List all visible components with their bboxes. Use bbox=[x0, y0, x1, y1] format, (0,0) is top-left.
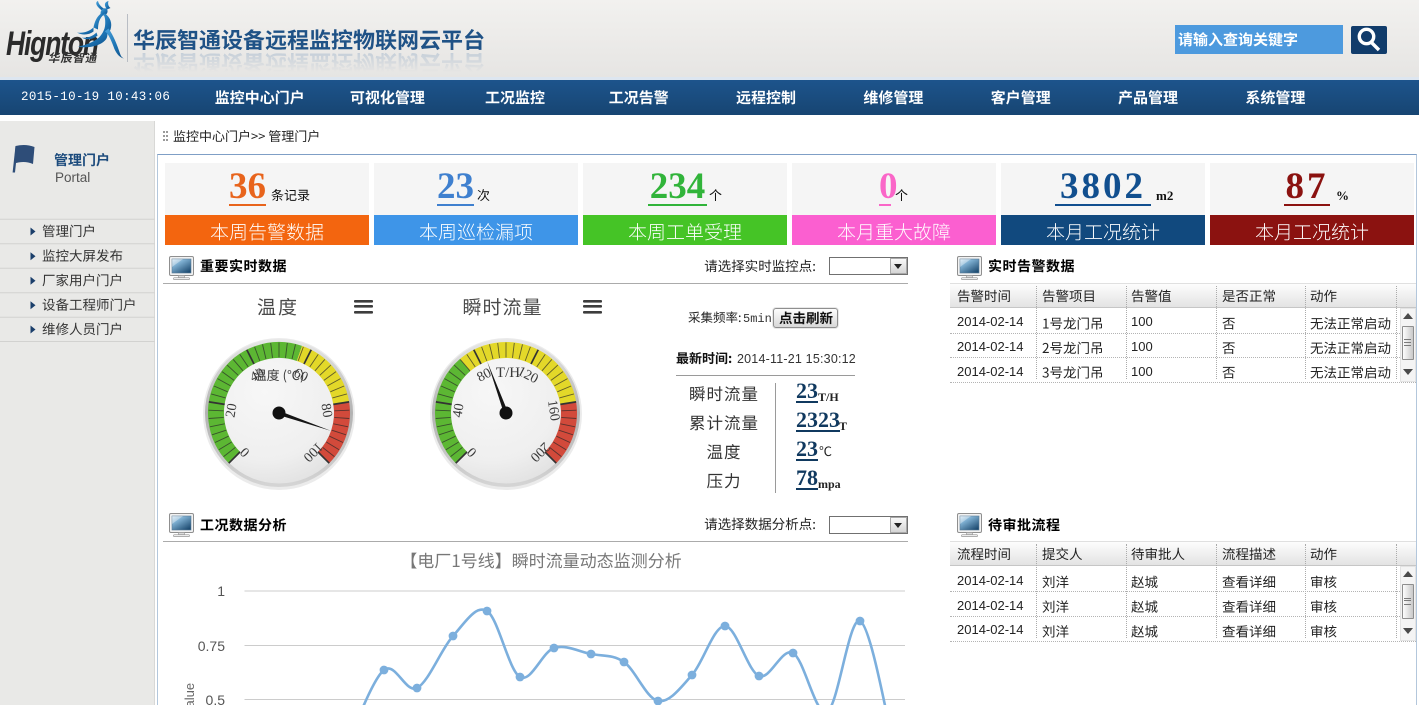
svg-text:80: 80 bbox=[317, 402, 334, 418]
svg-text:T/H: T/H bbox=[496, 365, 520, 381]
svg-text:40: 40 bbox=[451, 402, 468, 418]
svg-text:20: 20 bbox=[224, 402, 241, 418]
